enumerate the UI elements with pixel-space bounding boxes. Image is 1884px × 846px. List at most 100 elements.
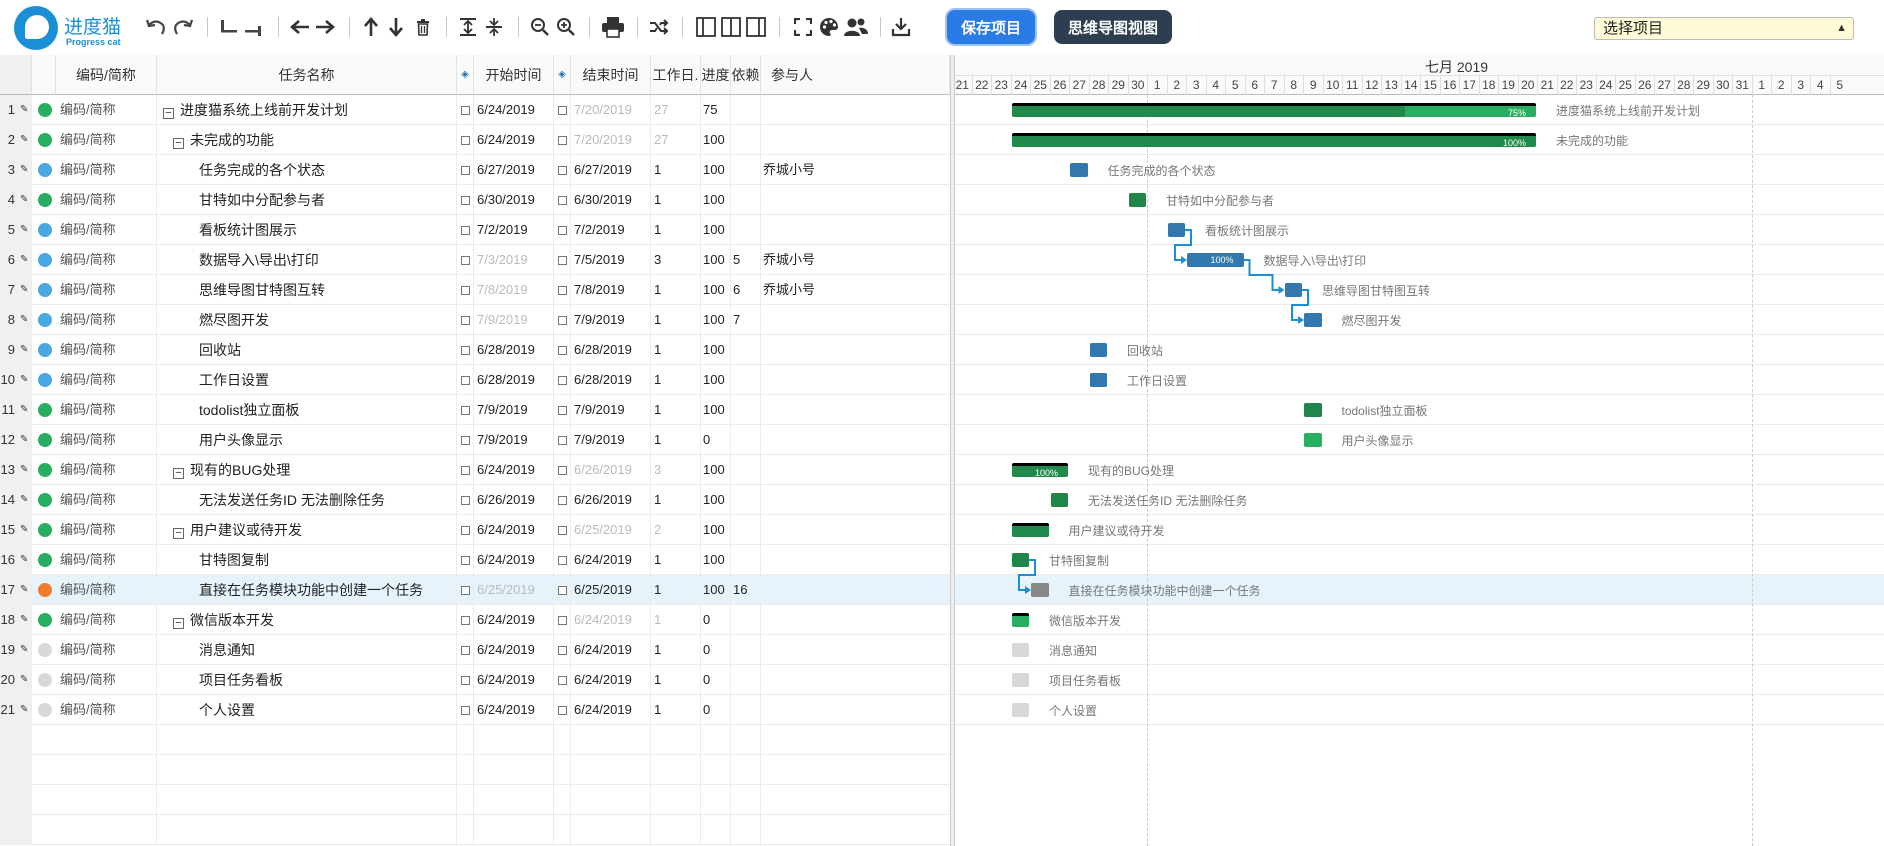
task-start[interactable]: 7/3/2019 <box>474 245 554 275</box>
start-checkbox[interactable] <box>461 196 470 205</box>
task-depends[interactable] <box>731 665 761 695</box>
task-assignee[interactable] <box>761 365 950 395</box>
redo-icon[interactable] <box>170 13 196 41</box>
task-name[interactable]: 直接在任务模块功能中创建一个任务 <box>157 575 457 605</box>
save-project-button[interactable]: 保存项目 <box>947 10 1035 44</box>
task-start[interactable]: 6/24/2019 <box>474 125 554 155</box>
task-row[interactable]: 14 ✎ 编码/简称 无法发送任务ID 无法删除任务 6/26/2019 6/26/201… <box>0 485 950 515</box>
task-end[interactable]: 6/26/2019 <box>571 485 651 515</box>
task-code[interactable]: 编码/简称 <box>56 275 157 305</box>
end-checkbox[interactable] <box>558 106 567 115</box>
task-name[interactable]: todolist独立面板 <box>157 395 457 425</box>
task-code[interactable]: 编码/简称 <box>56 425 157 455</box>
task-progress[interactable]: 100 <box>701 245 731 275</box>
task-start[interactable]: 6/24/2019 <box>474 665 554 695</box>
task-progress[interactable]: 100 <box>701 335 731 365</box>
task-duration[interactable]: 1 <box>651 395 701 425</box>
collapse-toggle-icon[interactable]: − <box>173 528 184 539</box>
task-name[interactable]: 思维导图甘特图互转 <box>157 275 457 305</box>
task-progress[interactable]: 100 <box>701 545 731 575</box>
arrow-left-icon[interactable] <box>288 13 312 41</box>
task-name[interactable]: 甘特图复制 <box>157 545 457 575</box>
task-end[interactable]: 6/25/2019 <box>571 575 651 605</box>
start-checkbox[interactable] <box>461 286 470 295</box>
collapse-toggle-icon[interactable]: − <box>163 108 174 119</box>
task-duration[interactable]: 1 <box>651 425 701 455</box>
task-name[interactable]: 任务完成的各个状态 <box>157 155 457 185</box>
task-depends[interactable] <box>731 545 761 575</box>
task-end[interactable]: 6/30/2019 <box>571 185 651 215</box>
end-checkbox[interactable] <box>558 376 567 385</box>
task-code[interactable]: 编码/简称 <box>56 95 157 125</box>
status-dot[interactable] <box>38 643 52 657</box>
task-end[interactable]: 7/9/2019 <box>571 425 651 455</box>
outdent-indent-icon[interactable] <box>216 13 268 41</box>
task-assignee[interactable] <box>761 95 950 125</box>
collapse-toggle-icon[interactable]: − <box>173 138 184 149</box>
end-checkbox[interactable] <box>558 526 567 535</box>
task-start[interactable]: 7/2/2019 <box>474 215 554 245</box>
task-row[interactable]: 19 ✎ 编码/简称 消息通知 6/24/2019 6/24/2019 1 0 <box>0 635 950 665</box>
end-checkbox[interactable] <box>558 646 567 655</box>
end-checkbox[interactable] <box>558 226 567 235</box>
task-progress[interactable]: 100 <box>701 485 731 515</box>
end-checkbox[interactable] <box>558 316 567 325</box>
end-checkbox[interactable] <box>558 706 567 715</box>
task-start[interactable]: 6/28/2019 <box>474 365 554 395</box>
task-assignee[interactable] <box>761 515 950 545</box>
task-bar[interactable] <box>1167 223 1185 237</box>
task-progress[interactable]: 100 <box>701 185 731 215</box>
expand-rows-icon[interactable] <box>456 13 480 41</box>
task-depends[interactable] <box>731 95 761 125</box>
task-bar[interactable] <box>1011 643 1029 657</box>
task-progress[interactable]: 0 <box>701 665 731 695</box>
end-checkbox[interactable] <box>558 346 567 355</box>
task-progress[interactable]: 0 <box>701 635 731 665</box>
task-name[interactable]: 工作日设置 <box>157 365 457 395</box>
task-code[interactable]: 编码/简称 <box>56 635 157 665</box>
task-start[interactable]: 6/28/2019 <box>474 335 554 365</box>
task-end[interactable]: 6/24/2019 <box>571 635 651 665</box>
task-name[interactable]: 消息通知 <box>157 635 457 665</box>
start-checkbox[interactable] <box>461 226 470 235</box>
task-end[interactable]: 6/25/2019 <box>571 515 651 545</box>
task-end[interactable]: 6/28/2019 <box>571 365 651 395</box>
edit-pencil-icon[interactable]: ✎ <box>20 675 28 685</box>
task-start[interactable]: 7/9/2019 <box>474 425 554 455</box>
task-row[interactable]: 20 ✎ 编码/简称 项目任务看板 6/24/2019 6/24/2019 1 0 <box>0 665 950 695</box>
trash-icon[interactable] <box>411 13 435 41</box>
task-row[interactable]: 6 ✎ 编码/简称 数据导入\导出\打印 7/3/2019 7/5/2019 3 100 5 乔城… <box>0 245 950 275</box>
start-checkbox[interactable] <box>461 316 470 325</box>
task-code[interactable]: 编码/简称 <box>56 695 157 725</box>
header-start[interactable]: 开始时间 <box>474 55 554 95</box>
arrow-right-icon[interactable] <box>313 13 337 41</box>
task-duration[interactable]: 1 <box>651 605 701 635</box>
task-name[interactable]: 无法发送任务ID 无法删除任务 <box>157 485 457 515</box>
task-bar[interactable] <box>1011 703 1029 717</box>
edit-pencil-icon[interactable]: ✎ <box>20 525 28 535</box>
edit-pencil-icon[interactable]: ✎ <box>20 165 28 175</box>
task-depends[interactable] <box>731 125 761 155</box>
task-depends[interactable] <box>731 425 761 455</box>
task-assignee[interactable] <box>761 335 950 365</box>
task-name[interactable]: − 微信版本开发 <box>157 605 457 635</box>
task-name[interactable]: 看板统计图展示 <box>157 215 457 245</box>
start-checkbox[interactable] <box>461 436 470 445</box>
task-depends[interactable] <box>731 155 761 185</box>
edit-pencil-icon[interactable]: ✎ <box>20 105 28 115</box>
start-checkbox[interactable] <box>461 526 470 535</box>
header-end[interactable]: 结束时间 <box>571 55 651 95</box>
task-progress[interactable]: 0 <box>701 695 731 725</box>
print-icon[interactable] <box>599 13 627 41</box>
task-assignee[interactable]: 乔城小号 <box>761 275 950 305</box>
task-row[interactable]: 16 ✎ 编码/简称 甘特图复制 6/24/2019 6/24/2019 1 100 <box>0 545 950 575</box>
task-row[interactable]: 13 ✎ 编码/简称 − 现有的BUG处理 6/24/2019 6/26/2019 3 100 <box>0 455 950 485</box>
task-depends[interactable] <box>731 215 761 245</box>
edit-pencil-icon[interactable]: ✎ <box>20 405 28 415</box>
task-bar[interactable]: 100% <box>1187 253 1244 267</box>
status-dot[interactable] <box>38 703 52 717</box>
task-depends[interactable]: 6 <box>731 275 761 305</box>
task-code[interactable]: 编码/简称 <box>56 185 157 215</box>
task-depends[interactable]: 7 <box>731 305 761 335</box>
start-checkbox[interactable] <box>461 256 470 265</box>
